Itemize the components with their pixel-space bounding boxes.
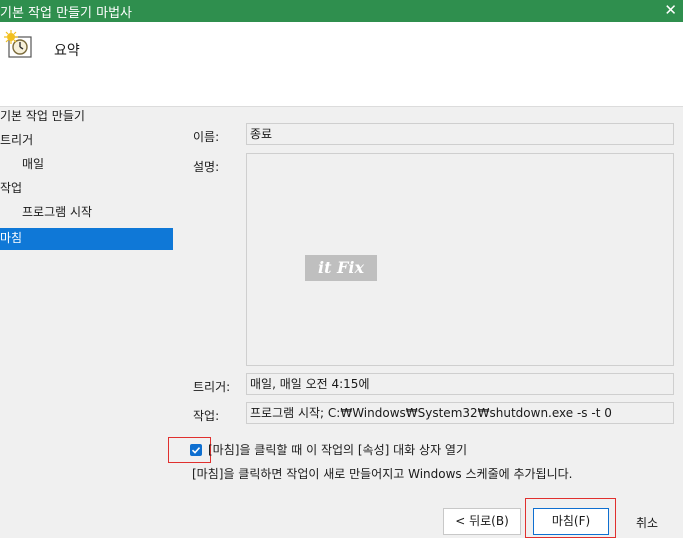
description-label: 설명: xyxy=(193,160,220,174)
sidebar-item-trigger[interactable]: 트리거 xyxy=(0,130,33,152)
wizard-header: 요약 xyxy=(0,22,683,107)
sidebar-item-create-basic-task[interactable]: 기본 작업 만들기 xyxy=(0,106,85,128)
sidebar-item-finish[interactable]: 마침 xyxy=(0,228,173,250)
action-label: 작업: xyxy=(193,409,220,423)
task-scheduler-clock-icon xyxy=(4,30,32,58)
action-field: 프로그램 시작; C:₩Windows₩System32₩shutdown.ex… xyxy=(246,402,674,424)
cancel-button[interactable]: 취소 xyxy=(636,514,658,531)
wizard-steps: 기본 작업 만들기 트리거 매일 작업 프로그램 시작 마침 xyxy=(0,106,174,266)
trigger-label: 트리거: xyxy=(193,380,231,394)
back-button[interactable]: < 뒤로(B) xyxy=(443,508,521,535)
name-field[interactable]: 종료 xyxy=(246,123,674,145)
sidebar-item-start-program[interactable]: 프로그램 시작 xyxy=(22,202,92,224)
window-title: 기본 작업 만들기 마법사 xyxy=(0,6,132,21)
checkmark-icon xyxy=(191,447,201,454)
trigger-field: 매일, 매일 오전 4:15에 xyxy=(246,373,674,395)
sidebar-item-daily[interactable]: 매일 xyxy=(22,154,44,176)
open-properties-checkbox[interactable] xyxy=(190,444,202,456)
close-icon[interactable]: ✕ xyxy=(664,1,677,19)
finish-info-text: [마침]을 클릭하면 작업이 새로 만들어지고 Windows 스케줄에 추가됩… xyxy=(192,467,573,481)
finish-button[interactable]: 마침(F) xyxy=(533,508,609,535)
page-title: 요약 xyxy=(54,43,80,59)
sidebar-item-action[interactable]: 작업 xyxy=(0,178,22,200)
title-bar: 기본 작업 만들기 마법사 ✕ xyxy=(0,0,683,22)
name-label: 이름: xyxy=(193,130,220,144)
watermark-logo: it Fix xyxy=(305,255,377,281)
open-properties-label[interactable]: [마침]을 클릭할 때 이 작업의 [속성] 대화 상자 열기 xyxy=(208,441,467,458)
